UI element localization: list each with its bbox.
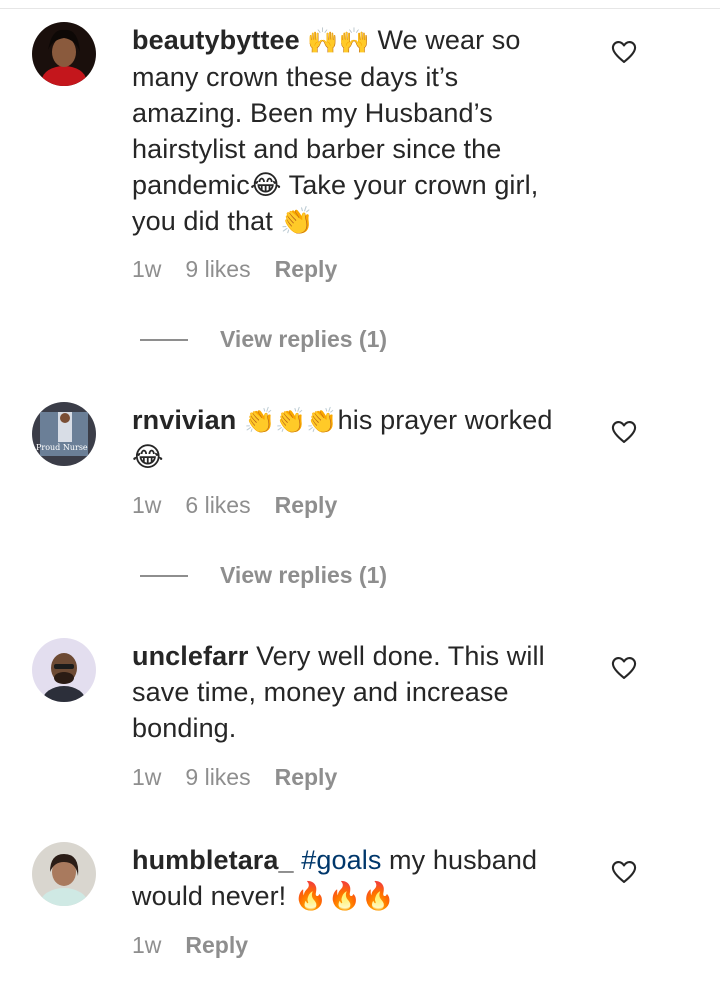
like-count[interactable]: 9 likes xyxy=(185,256,250,283)
like-count[interactable]: 9 likes xyxy=(185,764,250,791)
view-replies-label: View replies (1) xyxy=(220,326,388,352)
comment-meta: 1w Reply xyxy=(132,932,248,959)
replies-divider-line xyxy=(140,574,188,577)
reply-button[interactable]: Reply xyxy=(275,256,338,283)
avatar-caption: Proud Nurse xyxy=(36,443,88,452)
timestamp: 1w xyxy=(132,932,162,958)
timestamp: 1w xyxy=(132,764,162,790)
like-count[interactable]: 6 likes xyxy=(185,492,250,519)
reply-button[interactable]: Reply xyxy=(185,932,248,959)
avatar[interactable]: Proud Nurse xyxy=(32,402,96,466)
heart-icon[interactable] xyxy=(610,38,638,66)
comment-meta: 1w 9 likes Reply xyxy=(132,764,337,791)
view-replies-button[interactable]: View replies (1) xyxy=(140,562,387,589)
comment-text: rnvivian 👏👏👏his prayer worked 😂 xyxy=(132,402,572,475)
comment-emoji: 🙌🙌 xyxy=(307,26,370,55)
comment-text: unclefarr Very well done. This will save… xyxy=(132,638,572,746)
timestamp: 1w xyxy=(132,492,162,518)
comment-text: humbletara_ #goals my husband would neve… xyxy=(132,842,572,914)
replies-divider-line xyxy=(140,338,188,341)
reply-button[interactable]: Reply xyxy=(275,492,338,519)
view-replies-button[interactable]: View replies (1) xyxy=(140,326,387,353)
comment-text: beautybyttee 🙌🙌 We wear so many crown th… xyxy=(132,22,572,239)
top-divider xyxy=(0,0,720,9)
username[interactable]: rnvivian xyxy=(132,405,236,435)
comment-body: We wear so many crown these days it’s am… xyxy=(132,25,539,236)
heart-icon[interactable] xyxy=(610,418,638,446)
avatar[interactable] xyxy=(32,22,96,86)
hashtag-link[interactable]: #goals xyxy=(301,845,381,875)
username[interactable]: beautybyttee xyxy=(132,25,300,55)
avatar[interactable] xyxy=(32,842,96,906)
comment-meta: 1w 6 likes Reply xyxy=(132,492,337,519)
view-replies-label: View replies (1) xyxy=(220,562,388,588)
username[interactable]: unclefarr xyxy=(132,641,248,671)
comment-meta: 1w 9 likes Reply xyxy=(132,256,337,283)
heart-icon[interactable] xyxy=(610,858,638,886)
comment-emoji: 👏👏👏 xyxy=(243,406,338,435)
avatar[interactable] xyxy=(32,638,96,702)
heart-icon[interactable] xyxy=(610,654,638,682)
timestamp: 1w xyxy=(132,256,162,282)
reply-button[interactable]: Reply xyxy=(275,764,338,791)
username[interactable]: humbletara_ xyxy=(132,845,294,875)
